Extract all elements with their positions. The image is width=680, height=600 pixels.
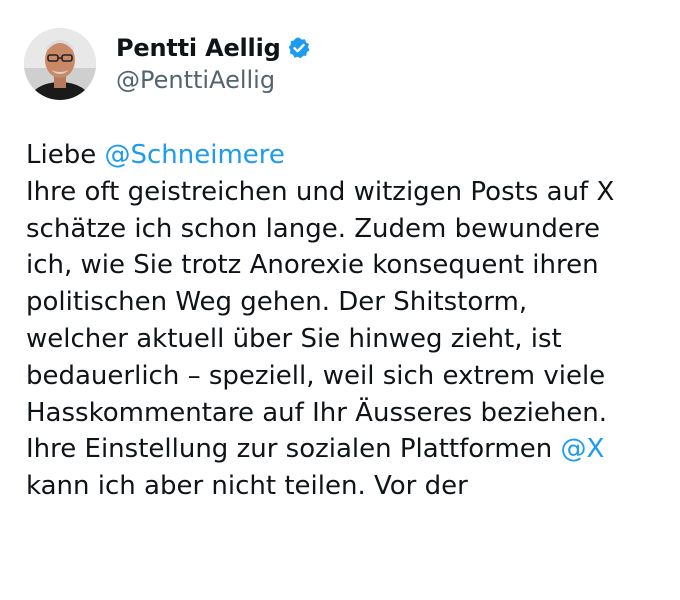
author-handle[interactable]: @PenttiAellig xyxy=(116,66,311,94)
text-line: Ihre Einstellung zur sozialen Plattforme… xyxy=(26,434,561,465)
text-line: politischen Weg gehen. Der Shitstorm, xyxy=(26,287,528,318)
text-line: schätze ich schon lange. Zudem bewundere xyxy=(26,213,600,244)
verified-badge-icon xyxy=(288,37,310,59)
text-line: Hasskommentare auf Ihr Äusseres beziehen… xyxy=(26,397,608,428)
avatar-photo-icon xyxy=(24,28,96,100)
text-line: kann ich aber nicht teilen. Vor der xyxy=(26,471,468,502)
avatar[interactable] xyxy=(24,28,96,100)
mention-link[interactable]: @X xyxy=(560,434,604,464)
text-line-platform: Ihre Einstellung zur sozialen Plattforme… xyxy=(26,431,662,468)
text-line: bedauerlich – speziell, weil sich extrem… xyxy=(26,360,606,391)
tweet-card: Pentti Aellig @PenttiAellig Liebe @Schne… xyxy=(10,10,662,577)
screenshot-page: Pentti Aellig @PenttiAellig Liebe @Schne… xyxy=(0,0,680,600)
tweet-header: Pentti Aellig @PenttiAellig xyxy=(24,24,311,104)
display-name[interactable]: Pentti Aellig xyxy=(116,34,281,62)
text-line: Liebe xyxy=(26,140,105,170)
text-line: ich, wie Sie trotz Anorexie konsequent i… xyxy=(26,250,599,281)
tweet-text: Liebe @Schneimere Ihre oft geistreichen … xyxy=(26,137,662,505)
author-names: Pentti Aellig @PenttiAellig xyxy=(116,34,311,94)
display-name-row: Pentti Aellig xyxy=(116,34,311,62)
text-line-greeting: Liebe @Schneimere xyxy=(26,137,662,174)
mention-link[interactable]: @Schneimere xyxy=(104,140,284,170)
text-line: welcher aktuell über Sie hinweg zieht, i… xyxy=(26,323,562,354)
text-line: Ihre oft geistreichen und witzigen Posts… xyxy=(26,176,615,207)
